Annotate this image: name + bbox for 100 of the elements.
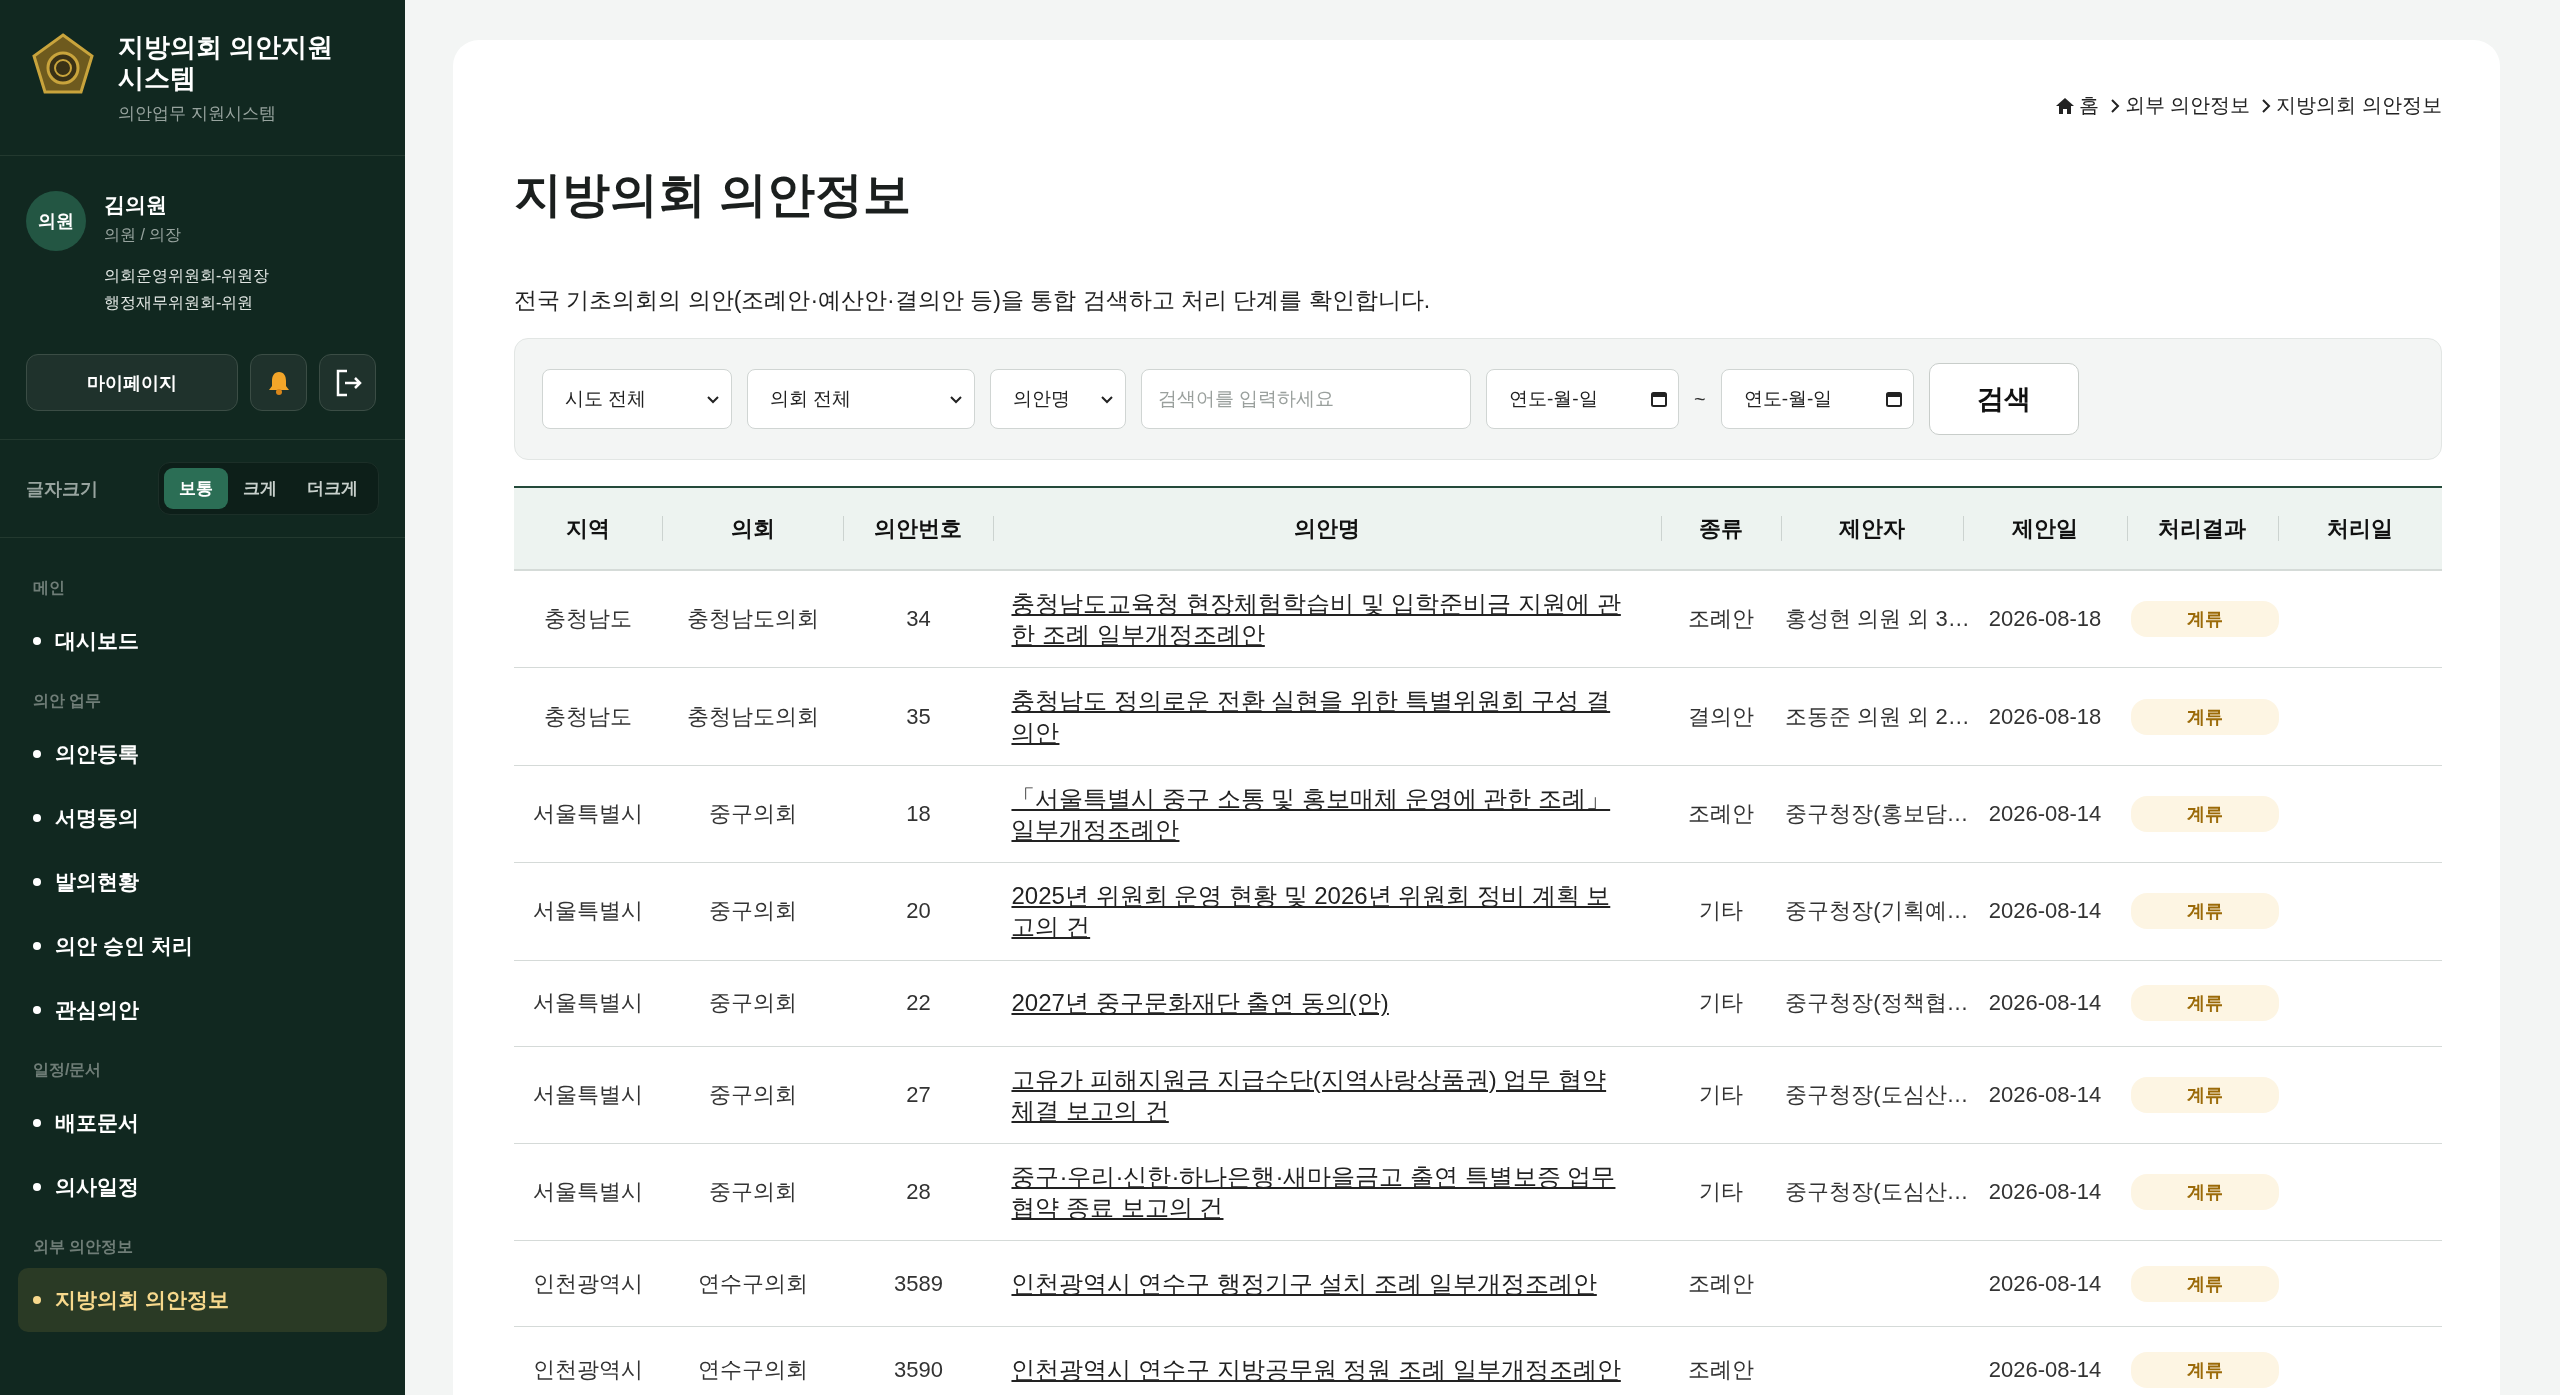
nav-section-heading: 메인: [32, 578, 66, 599]
font-size-option[interactable]: 더크게: [292, 468, 373, 510]
date-separator: ~: [1694, 387, 1706, 411]
table-cell: 28: [843, 1143, 994, 1241]
field-select[interactable]: 의안명: [990, 369, 1126, 429]
nav-item[interactable]: 서명동의: [18, 786, 387, 851]
table-cell: 2026-08-14: [1963, 1240, 2127, 1327]
table-cell: 인천광역시: [514, 1326, 663, 1395]
column-header: 의안명: [993, 487, 1662, 570]
home-icon: [2054, 96, 2075, 115]
table-cell: 중구청장(기획예…: [1781, 862, 1964, 960]
bill-title-link[interactable]: 충청남도 정의로운 전환 실현을 위한 특별위원회 구성 결의안: [1011, 685, 1632, 748]
table-cell: 27: [843, 1046, 994, 1144]
bullet-icon: [33, 637, 41, 646]
table-cell: 기타: [1661, 1143, 1782, 1241]
logout-button[interactable]: [319, 354, 376, 412]
nav-section-heading: 의안 업무: [32, 691, 103, 712]
table-cell: 중구의회: [662, 765, 844, 863]
status-badge: 계류: [2130, 985, 2279, 1021]
chevron-right-icon: [2260, 97, 2273, 114]
table-cell: 충청남도의회: [662, 570, 844, 668]
region-select[interactable]: 시도 전체: [542, 369, 732, 429]
bill-title-link[interactable]: 2027년 중구문화재단 출연 동의(안): [1011, 987, 1389, 1019]
status-badge: 계류: [2130, 1351, 2279, 1388]
bill-title-link[interactable]: 「서울특별시 중구 소통 및 홍보매체 운영에 관한 조례」 일부개정조례안: [1011, 782, 1632, 846]
nav-item[interactable]: 관심의안: [18, 978, 387, 1043]
nav-item[interactable]: 의사일정: [18, 1155, 387, 1220]
table-cell: 인천광역시: [514, 1240, 663, 1327]
bullet-icon: [33, 1119, 41, 1128]
search-field[interactable]: 검색어를 입력하세요: [1141, 369, 1471, 429]
table-cell: 22: [843, 960, 994, 1046]
table-cell: 서울특별시: [514, 960, 663, 1046]
bill-title-link[interactable]: 인천광역시 연수구 행정기구 설치 조례 일부개정조례안: [1011, 1268, 1597, 1300]
bill-title-link[interactable]: 인천광역시 연수구 지방공무원 정원 조례 일부개정조례안: [1011, 1354, 1621, 1386]
status-badge: 계류: [2130, 1076, 2279, 1113]
font-size-option[interactable]: 크게: [228, 468, 292, 510]
column-header: 처리결과: [2126, 487, 2278, 570]
status-badge: 계류: [2130, 1174, 2279, 1211]
bill-title-link[interactable]: 충청남도교육청 현장체험학습비 및 입학준비금 지원에 관한 조례 일부개정조례안: [1011, 588, 1632, 651]
breadcrumb-link[interactable]: 지방의회 의안정보: [2260, 92, 2442, 119]
column-header: 제안일: [1963, 487, 2127, 570]
bill-title-link[interactable]: 2025년 위원회 운영 현황 및 2026년 위원회 정비 계획 보고의 건: [1011, 880, 1632, 943]
nav-item[interactable]: 대시보드: [18, 609, 387, 674]
bullet-icon: [33, 1296, 41, 1305]
bill-title-link[interactable]: 중구·우리·신한·하나은행·새마을금고 출연 특별보증 업무협약 종료 보고의 건: [1011, 1160, 1632, 1224]
table-cell: 3590: [843, 1326, 994, 1395]
table-cell: 충청남도의회: [662, 667, 844, 766]
font-size-label: 글자크기: [26, 477, 98, 501]
column-header: 의안번호: [843, 487, 994, 570]
breadcrumb-link[interactable]: 홈: [2054, 92, 2099, 119]
table-cell: 연수구의회: [662, 1240, 844, 1327]
column-header: 처리일: [2277, 487, 2442, 570]
bullet-icon: [33, 1006, 41, 1015]
nav-item[interactable]: 의안 승인 처리: [18, 914, 387, 979]
search-button[interactable]: 검색: [1928, 363, 2079, 435]
nav-item[interactable]: 발의현황: [18, 850, 387, 915]
notification-button[interactable]: [250, 354, 307, 412]
nav-section-heading: 일정/문서: [32, 1060, 103, 1081]
page-description: 전국 기초의회의 의안(조례안·예산안·결의안 등)을 통합 검색하고 처리 단계를 확인합니다.: [514, 286, 1432, 315]
nav-item[interactable]: 지방의회 의안정보: [18, 1268, 387, 1333]
mypage-button[interactable]: 마이페이지: [26, 354, 238, 412]
column-header: 지역: [514, 487, 663, 570]
table-cell: 20: [843, 862, 994, 960]
status-badge: 계류: [2130, 893, 2279, 930]
table-cell: 연수구의회: [662, 1326, 844, 1395]
font-size-option[interactable]: 보통: [164, 468, 228, 510]
committee-text: 의회운영위원회-위원장: [104, 266, 270, 287]
table-cell: 중구의회: [662, 960, 844, 1046]
table-cell: 2026-08-14: [1963, 1326, 2127, 1395]
bill-title-link[interactable]: 고유가 피해지원금 지급수단(지역사랑상품권) 업무 협약 체결 보고의 건: [1011, 1063, 1632, 1126]
table-cell: 서울특별시: [514, 1046, 663, 1144]
committee-text: 행정재무위원회-위원: [104, 293, 255, 314]
status-badge: 계류: [2130, 698, 2279, 735]
brand-title: 지방의회 의안지원 시스템: [118, 32, 335, 95]
calendar-icon: [1884, 390, 1903, 408]
table-cell: 결의안: [1661, 667, 1782, 766]
avatar: 의원: [26, 191, 86, 252]
date-from-field[interactable]: 연도-월-일: [1486, 369, 1679, 429]
status-badge: 계류: [2130, 1265, 2279, 1302]
breadcrumb-link[interactable]: 외부 의안정보: [2108, 92, 2251, 119]
table-cell: 34: [843, 570, 994, 668]
table-cell: 기타: [1661, 1046, 1782, 1144]
table-cell: 35: [843, 667, 994, 766]
council-select[interactable]: 의회 전체: [747, 369, 975, 429]
bell-icon: [266, 369, 291, 396]
status-badge: 계류: [2130, 601, 2279, 638]
calendar-icon: [1650, 390, 1668, 408]
table-cell: 충청남도: [514, 667, 663, 766]
nav-item[interactable]: 의안등록: [18, 722, 387, 787]
table-cell: 기타: [1661, 862, 1782, 960]
nav-section-heading: 외부 의안정보: [32, 1237, 135, 1258]
nav-item[interactable]: 배포문서: [18, 1091, 387, 1156]
table-cell: 3589: [843, 1240, 994, 1327]
date-to-field[interactable]: 연도-월-일: [1720, 369, 1914, 429]
table-cell: 기타: [1661, 960, 1782, 1046]
bullet-icon: [33, 942, 41, 951]
table-cell: 조례안: [1661, 1240, 1782, 1327]
bullet-icon: [33, 1183, 41, 1192]
bullet-icon: [33, 750, 41, 759]
table-cell: 서울특별시: [514, 765, 663, 863]
